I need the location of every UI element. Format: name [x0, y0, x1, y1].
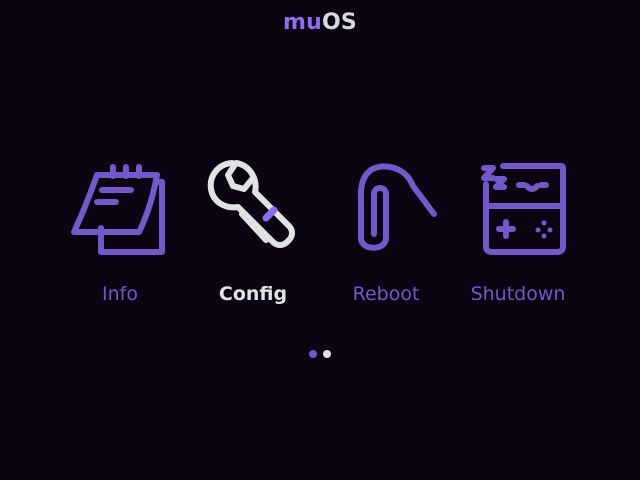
page-indicator — [0, 350, 640, 358]
sleeping-handheld-icon — [463, 156, 573, 266]
menu-item-info[interactable]: Info — [60, 156, 180, 316]
wrench-icon — [198, 156, 308, 266]
page-dot-1[interactable] — [309, 350, 317, 358]
menu-item-config[interactable]: Config — [193, 156, 313, 316]
brand-logo: muOS — [0, 8, 640, 38]
menu-item-label: Info — [102, 283, 138, 305]
brand-prefix: mu — [283, 10, 323, 35]
menu-item-label: Reboot — [352, 283, 420, 305]
menu-item-label: Shutdown — [470, 283, 566, 305]
brand-suffix: OS — [322, 10, 357, 35]
page-dot-2[interactable] — [323, 350, 331, 358]
main-menu-screen: muOS Info Config Reboot Shutdown — [0, 0, 640, 480]
menu-item-reboot[interactable]: Reboot — [326, 156, 446, 316]
paperclip-icon — [331, 156, 441, 266]
menu-item-label: Config — [218, 283, 288, 305]
menu-item-shutdown[interactable]: Shutdown — [458, 156, 578, 316]
notepad-icon — [65, 156, 175, 266]
